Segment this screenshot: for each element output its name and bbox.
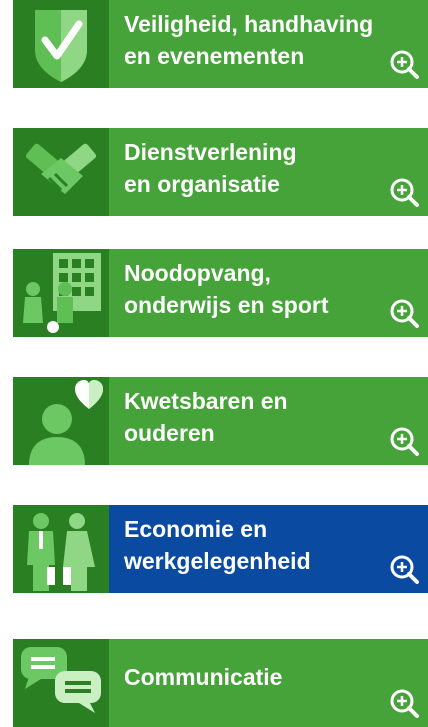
tile-economie[interactable]: Economie en werkgelegenheid bbox=[13, 505, 428, 593]
tile-label-line1: Communicatie bbox=[124, 664, 283, 690]
person-heart-icon bbox=[13, 377, 109, 465]
tile-label-line1: Dienstverlening bbox=[124, 139, 297, 165]
tile-label: Economie en werkgelegenheid bbox=[124, 513, 394, 577]
school-children-icon bbox=[13, 249, 109, 337]
tile-veiligheid[interactable]: Veiligheid, handhaving en evenementen bbox=[13, 0, 428, 88]
tile-label-line2: ouderen bbox=[124, 420, 215, 446]
tile-label-line1: Veiligheid, handhaving bbox=[124, 11, 374, 37]
tile-label: Communicatie bbox=[124, 661, 394, 693]
shield-check-icon bbox=[13, 0, 109, 88]
zoom-in-icon[interactable] bbox=[388, 48, 420, 80]
tile-label: Kwetsbaren en ouderen bbox=[124, 385, 394, 449]
tile-noodopvang[interactable]: Noodopvang, onderwijs en sport bbox=[13, 249, 428, 337]
business-people-icon bbox=[13, 505, 109, 593]
tile-dienstverlening[interactable]: Dienstverlening en organisatie bbox=[13, 128, 428, 216]
zoom-in-icon[interactable] bbox=[388, 553, 420, 585]
tile-communicatie[interactable]: Communicatie bbox=[13, 639, 428, 727]
chat-bubbles-icon bbox=[13, 639, 109, 727]
tile-label-line2: onderwijs en sport bbox=[124, 292, 329, 318]
zoom-in-icon[interactable] bbox=[388, 687, 420, 719]
tile-label: Veiligheid, handhaving en evenementen bbox=[124, 8, 394, 72]
zoom-in-icon[interactable] bbox=[388, 425, 420, 457]
tile-label-line2: en evenementen bbox=[124, 43, 305, 69]
tile-label: Noodopvang, onderwijs en sport bbox=[124, 257, 394, 321]
tile-label-line2: en organisatie bbox=[124, 171, 280, 197]
tile-label: Dienstverlening en organisatie bbox=[124, 136, 394, 200]
tile-label-line1: Kwetsbaren en bbox=[124, 388, 288, 414]
tile-label-line1: Noodopvang, bbox=[124, 260, 271, 286]
zoom-in-icon[interactable] bbox=[388, 176, 420, 208]
tile-label-line2: werkgelegenheid bbox=[124, 548, 311, 574]
tile-label-line1: Economie en bbox=[124, 516, 268, 542]
handshake-icon bbox=[13, 128, 109, 216]
zoom-in-icon[interactable] bbox=[388, 297, 420, 329]
tile-kwetsbaren[interactable]: Kwetsbaren en ouderen bbox=[13, 377, 428, 465]
